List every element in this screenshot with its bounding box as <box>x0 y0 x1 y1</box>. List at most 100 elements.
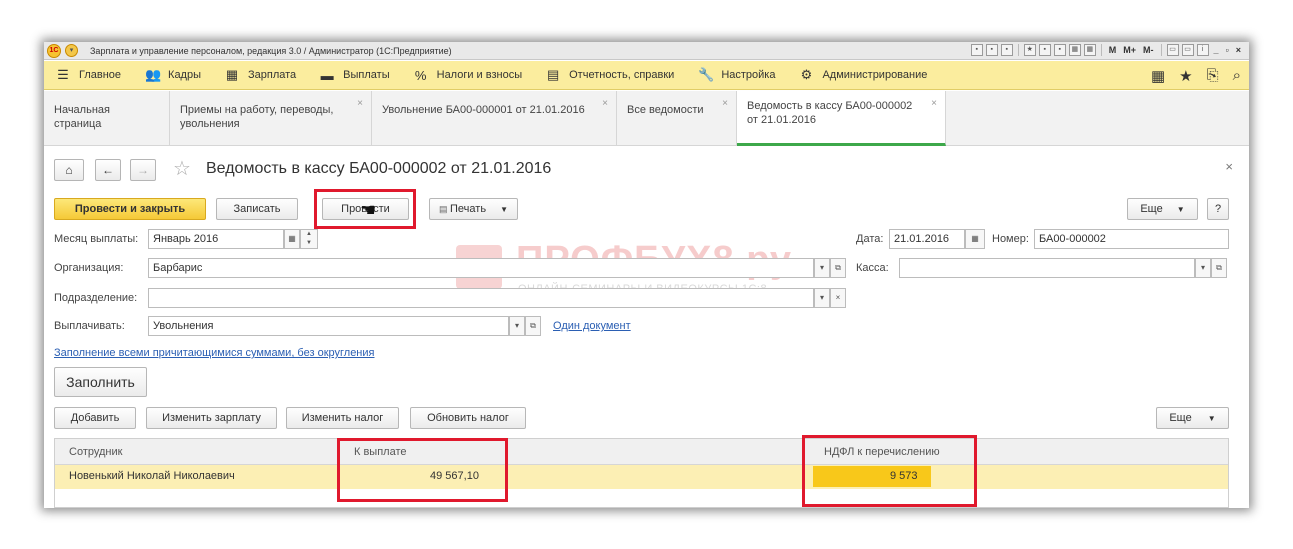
tab-all-statements[interactable]: Все ведомости × <box>617 91 737 146</box>
close-icon[interactable]: × <box>931 97 937 111</box>
section-panel: ☰ Главное 👥 Кадры ▦ Зарплата ▬ Выплаты %… <box>44 61 1249 90</box>
close-icon[interactable]: × <box>357 97 363 111</box>
search-icon[interactable]: ⌕ <box>1233 67 1241 85</box>
date-field[interactable]: 21.01.2016 <box>889 229 965 249</box>
employees-table: Сотрудник К выплате НДФЛ к перечислению … <box>54 438 1229 508</box>
main-menu-icon[interactable]: ▾ <box>65 44 78 57</box>
section-salary[interactable]: ▦ Зарплата <box>225 67 296 83</box>
table-row[interactable]: Новенький Николай Николаевич 49 567,10 9… <box>55 465 1228 489</box>
column-header-employee[interactable]: Сотрудник <box>69 446 122 458</box>
chevron-down-icon: ▼ <box>500 205 508 214</box>
home-button[interactable]: ⌂ <box>54 159 84 181</box>
open-icon[interactable]: ⧉ <box>525 316 541 336</box>
add-button[interactable]: Добавить <box>54 407 136 429</box>
favorites-star-icon[interactable]: ★ <box>1179 67 1192 85</box>
close-icon[interactable]: × <box>602 97 608 111</box>
chevron-down-icon[interactable]: ▾ <box>814 288 830 308</box>
section-taxes[interactable]: % Налоги и взносы <box>414 67 523 83</box>
open-icon[interactable]: ⧉ <box>830 258 846 278</box>
menu-icon: ☰ <box>57 67 69 82</box>
tab-hiring[interactable]: Приемы на работу, переводы, увольнения × <box>170 91 372 146</box>
annotation-box-ndfl <box>802 435 977 507</box>
percent-icon: % <box>414 67 427 83</box>
tab-label: Увольнение БА00-000001 от 21.01.2016 <box>382 104 585 116</box>
print-label: Печать <box>450 203 487 215</box>
calculator-icon[interactable]: ▦ <box>1068 44 1081 56</box>
cell-employee: Новенький Николай Николаевич <box>69 470 235 482</box>
memory-subtract-button[interactable]: M- <box>1141 45 1156 55</box>
section-label: Выплаты <box>343 69 390 81</box>
link-icon[interactable]: ▪ <box>1038 44 1051 56</box>
fill-mode-link[interactable]: Заполнение всеми причитающимися суммами,… <box>54 347 375 359</box>
section-label: Налоги и взносы <box>436 69 523 81</box>
calendar-icon[interactable]: ▦ <box>1083 44 1096 56</box>
calendar-icon[interactable]: ▦ <box>965 229 985 249</box>
favorite-star-icon[interactable]: ☆ <box>173 156 191 181</box>
grid-icon[interactable]: ▦ <box>1151 67 1165 85</box>
section-label: Администрирование <box>822 69 928 81</box>
open-icon[interactable]: ⧉ <box>1211 258 1227 278</box>
section-label: Кадры <box>168 69 201 81</box>
print-icon[interactable]: ▪ <box>985 44 998 56</box>
section-admin[interactable]: ⚙ Администрирование <box>799 67 928 83</box>
print-button[interactable]: ▤ Печать ▼ <box>429 198 518 220</box>
tab-cash-statement[interactable]: Ведомость в кассу БА00-000002 от 21.01.2… <box>737 91 946 146</box>
annotation-box-to-pay <box>337 438 508 502</box>
save-icon[interactable]: ▪ <box>970 44 983 56</box>
one-document-link[interactable]: Один документ <box>553 320 631 332</box>
back-button[interactable]: ← <box>95 159 121 181</box>
window-list-icon[interactable]: ▭ <box>1166 44 1179 56</box>
chevron-down-icon[interactable]: ▾ <box>509 316 525 336</box>
favorites-icon[interactable]: ★ <box>1023 44 1036 56</box>
tab-dismissal[interactable]: Увольнение БА00-000001 от 21.01.2016 × <box>372 91 617 146</box>
table-more-button[interactable]: Еще ▼ <box>1156 407 1229 429</box>
help-button[interactable]: ? <box>1207 198 1229 220</box>
section-label: Главное <box>79 69 122 81</box>
chevron-down-icon[interactable]: ▾ <box>1195 258 1211 278</box>
save-button[interactable]: Записать <box>216 198 298 220</box>
more-button[interactable]: Еще ▼ <box>1127 198 1198 220</box>
history-icon[interactable]: ⎘ <box>1207 67 1219 85</box>
section-settings[interactable]: 🔧 Настройка <box>698 67 775 83</box>
fill-button[interactable]: Заполнить <box>54 367 147 397</box>
tab-home[interactable]: Начальная страница <box>44 91 170 146</box>
chevron-down-icon[interactable]: ▾ <box>814 258 830 278</box>
report-icon: ▤ <box>546 67 560 82</box>
section-payments[interactable]: ▬ Выплаты <box>320 68 390 83</box>
section-reports[interactable]: ▤ Отчетность, справки <box>546 67 674 83</box>
memory-button[interactable]: M <box>1107 45 1119 55</box>
organization-field[interactable]: Барбарис <box>148 258 814 278</box>
refresh-tax-button[interactable]: Обновить налог <box>410 407 526 429</box>
close-icon[interactable]: × <box>1234 45 1243 55</box>
number-field[interactable]: БА00-000002 <box>1034 229 1229 249</box>
forward-button[interactable]: → <box>130 159 156 181</box>
form-close-icon[interactable]: × <box>1225 159 1233 174</box>
history-icon[interactable]: ▪ <box>1053 44 1066 56</box>
month-stepper[interactable]: ▲ ▼ <box>300 229 318 249</box>
close-icon[interactable]: × <box>722 97 728 111</box>
section-main[interactable]: ☰ Главное <box>56 67 121 83</box>
info-icon[interactable]: i <box>1196 44 1209 56</box>
cash-field[interactable] <box>899 258 1195 278</box>
section-hr[interactable]: 👥 Кадры <box>145 67 201 83</box>
month-field[interactable]: Январь 2016 <box>148 229 284 249</box>
window-tile-icon[interactable]: ▭ <box>1181 44 1194 56</box>
clear-icon[interactable]: × <box>830 288 846 308</box>
change-tax-button[interactable]: Изменить налог <box>286 407 399 429</box>
pay-label: Выплачивать: <box>54 320 125 332</box>
date-label: Дата: <box>856 233 884 245</box>
calendar-icon[interactable]: ▦ <box>284 229 300 249</box>
toolbar-divider <box>1100 44 1102 56</box>
gear-icon: ⚙ <box>800 67 813 82</box>
chevron-down-icon: ▼ <box>1207 414 1216 423</box>
section-label: Настройка <box>721 69 776 81</box>
pay-field[interactable]: Увольнения <box>148 316 509 336</box>
preview-icon[interactable]: ▪ <box>1000 44 1013 56</box>
minimize-icon[interactable]: _ <box>1212 45 1221 55</box>
memory-add-button[interactable]: M+ <box>1121 45 1138 55</box>
month-label: Месяц выплаты: <box>54 233 139 245</box>
post-and-close-button[interactable]: Провести и закрыть <box>54 198 206 220</box>
restore-icon[interactable]: ▫ <box>1224 45 1231 55</box>
department-field[interactable] <box>148 288 814 308</box>
change-salary-button[interactable]: Изменить зарплату <box>146 407 277 429</box>
